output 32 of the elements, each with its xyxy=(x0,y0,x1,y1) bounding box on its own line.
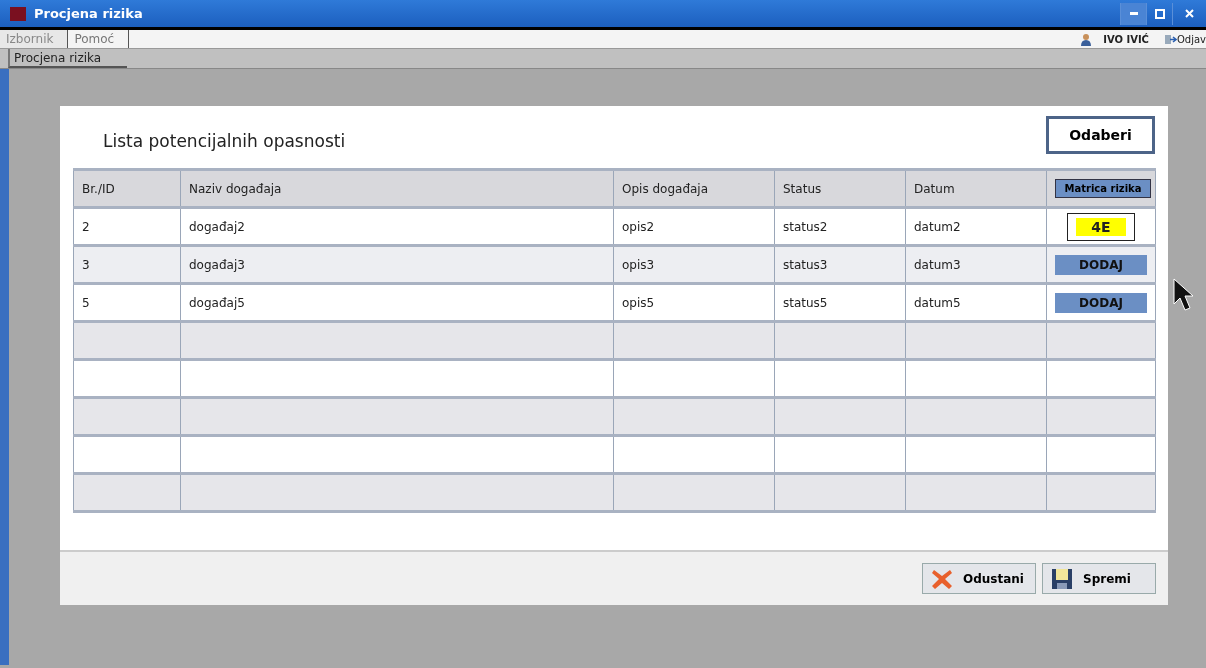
window-title: Procjena rizika xyxy=(34,4,144,23)
cursor-icon xyxy=(1173,278,1195,312)
risk-value: 4E xyxy=(1076,217,1126,236)
logout-link[interactable]: Odjav xyxy=(1176,31,1206,47)
column-header: Naziv događaja xyxy=(180,169,614,208)
cancel-icon xyxy=(931,567,953,590)
table-cell: status3 xyxy=(774,245,906,284)
table-cell: opis3 xyxy=(613,245,775,284)
column-header: Opis događaja xyxy=(613,169,775,208)
footer-button[interactable]: Odustani xyxy=(922,563,1036,594)
user-name: IVO IVIĆ xyxy=(1103,32,1149,47)
table-cell: 3 xyxy=(73,245,181,284)
menu-item[interactable]: Pomoć xyxy=(68,30,130,48)
table-cell: datum3 xyxy=(905,245,1047,284)
logout-icon xyxy=(1164,33,1177,45)
add-button[interactable]: DODAJ xyxy=(1055,292,1147,313)
minimize-icon xyxy=(1129,12,1138,15)
column-header-button[interactable]: Matrica rizika xyxy=(1055,179,1151,198)
footer-button[interactable]: Spremi xyxy=(1042,563,1156,594)
app-icon xyxy=(10,6,26,21)
table-cell: događaj3 xyxy=(180,245,614,284)
column-header: Status xyxy=(774,169,906,208)
select-button[interactable]: Odaberi xyxy=(1046,116,1155,154)
add-button[interactable]: DODAJ xyxy=(1055,254,1147,275)
user-icon xyxy=(1081,32,1092,46)
maximize-icon xyxy=(1154,8,1165,19)
panel-title: Lista potencijalnih opasnosti xyxy=(102,129,346,153)
tab[interactable]: Procjena rizika xyxy=(8,49,128,68)
column-header: Datum xyxy=(905,169,1047,208)
minimize-button[interactable] xyxy=(1120,2,1146,25)
column-header: Br./ID xyxy=(73,169,181,208)
close-icon xyxy=(1185,9,1194,18)
